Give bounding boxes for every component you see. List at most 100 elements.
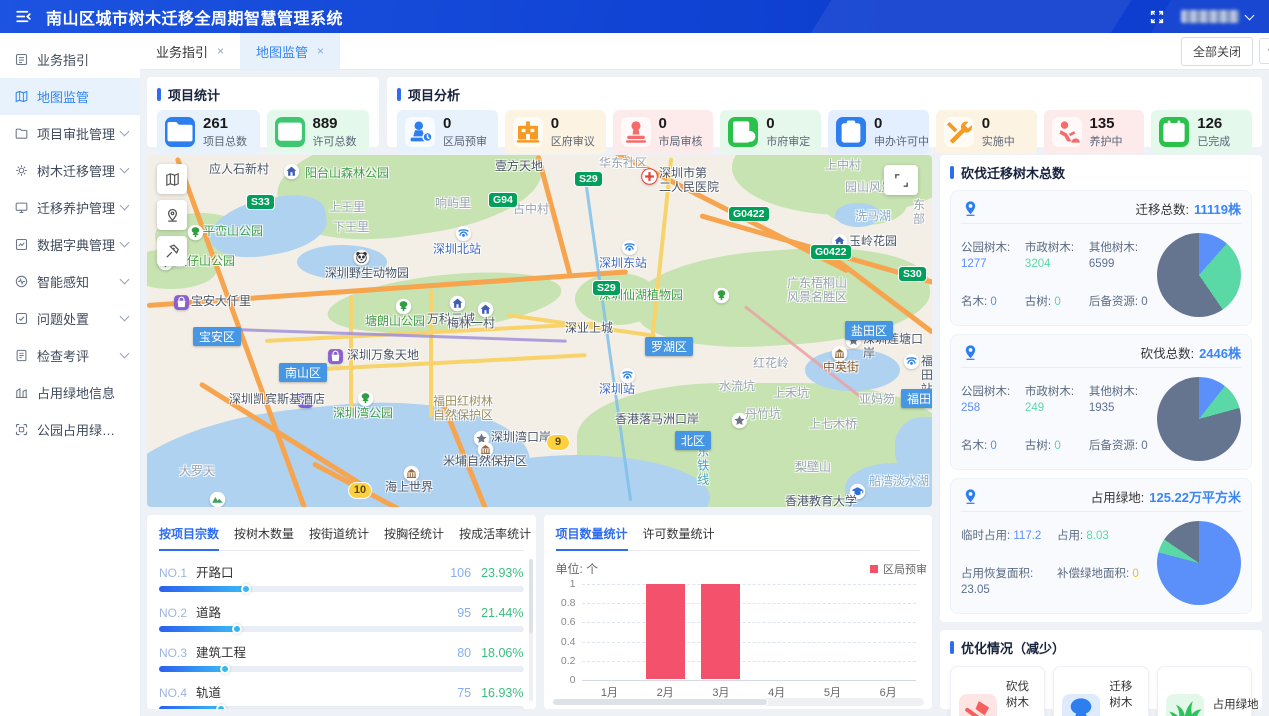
stat-text: 126已完成 [1197,115,1230,149]
optimization-panel: 优化情况（减少） 砍伐树木357株迁移树木734株占用绿地5603.9m² [940,630,1262,709]
map-label: 香港落马洲口岸 [615,413,699,427]
ranking-scrollbar[interactable] [529,559,533,701]
tab-1[interactable]: 业务指引 × [140,33,240,69]
map-fullscreen-button[interactable] [884,165,918,195]
stat-text: 0市府审定 [766,115,810,149]
map-label: 香港教育大学 [785,495,857,507]
map-label: 红花岭 [753,357,789,371]
close-tab-icon[interactable]: × [217,44,224,58]
chart-ytick: 0.2 [556,655,576,667]
m-metro-map-marker [621,239,638,256]
building-icon [513,117,543,147]
tree-card-header-label: 占用绿地: [1091,487,1144,506]
tree-stat: 古树: 0 [1025,438,1089,454]
ranking-tab-5[interactable]: 按成活率统计 [459,525,531,542]
sidebar-item-9[interactable]: 检查考评 [0,337,140,374]
road-badge: S33 [247,195,274,209]
m-metro-map-marker [455,225,472,242]
sidebar-item-label: 检查考评 [37,346,89,365]
rank-bar-fill [159,666,225,672]
map-label: 深业上城 [565,322,613,336]
sidebar-item-4[interactable]: 树木迁移管理 [0,152,140,189]
grass-icon [1166,694,1204,716]
road-badge: S29 [593,281,620,295]
project-stats-panel: 项目统计 261项目总数889许可总数 [147,77,379,147]
rank-count: 75 [457,686,471,700]
optimization-card-2: 迁移树木734株 [1053,666,1148,716]
stat-text: 0区府审议 [551,115,595,149]
stat-label: 申办许可中 [874,133,929,149]
tab-label: 业务指引 [156,42,208,61]
rank-item-1: NO.1开路口10623.93% [159,562,524,592]
tab-options-button[interactable] [1259,38,1269,64]
tree-stat: 临时占用: 117.2 [961,528,1057,544]
analysis-card-5: 0申办许可中 [828,110,929,154]
tree-card-stats: 公园树木: 1277市政树木: 3204其他树木: 6599名木: 0古树: 0… [961,240,1153,310]
close-all-tabs-button[interactable]: 全部关闭 [1181,37,1253,66]
clipboard-icon [836,117,866,147]
chart-gridline [582,661,917,662]
ranking-tab-4[interactable]: 按胸径统计 [384,525,444,542]
stat-label: 养护中 [1090,133,1123,149]
map-label: 深圳市第 二人民医院 [659,167,719,195]
app-title: 南山区城市树木迁移全周期智慧管理系统 [46,5,343,29]
project-stat-card-1: 261项目总数 [157,110,260,154]
ranking-tab-1[interactable]: 按项目宗数 [159,525,219,542]
ranking-tab-3[interactable]: 按街道统计 [309,525,369,542]
map-view[interactable]: 应人石新村阳台山森林公园壹方天地华东社区上中村深圳市第 二人民医院园山风景区东部… [147,155,932,507]
chart-legend: 区局预审 [870,561,927,577]
opt-text: 砍伐树木357株 [1006,678,1036,716]
chart-tab-1[interactable]: 项目数量统计 [556,525,628,542]
stat-label: 市局审核 [659,133,703,149]
tree-stat: 公园树木: 1277 [961,240,1025,272]
analysis-card-7: 135养护中 [1044,110,1145,154]
map-locate-button[interactable] [157,200,187,230]
close-tab-icon[interactable]: × [317,44,324,58]
sidebar-item-3[interactable]: 项目审批管理 [0,115,140,152]
sidebar-item-label: 业务指引 [37,50,89,69]
chart-tab-2[interactable]: 许可数量统计 [643,525,715,542]
map-label: 梅林一村 [447,317,495,331]
map-layers-button[interactable] [157,164,187,194]
tree-card-body: 临时占用: 117.2占用: 8.03占用恢复面积: 23.05补偿绿地面积: … [961,521,1241,605]
ranking-tab-2[interactable]: 按树木数量 [234,525,294,542]
sidebar-item-2[interactable]: 地图监管 [0,78,140,115]
tree-card-stats: 临时占用: 117.2占用: 8.03占用恢复面积: 23.05补偿绿地面积: … [961,528,1153,598]
rank-bar-knob [216,704,226,709]
worker-icon [1052,117,1082,147]
rank-item-line: NO.4轨道7516.93% [159,682,524,701]
tree-stat: 后备资源: 0 [1089,438,1153,454]
sidebar-item-7[interactable]: 智能感知 [0,263,140,300]
user-menu[interactable] [1181,10,1253,23]
cert-icon [275,117,305,147]
app-header: 南山区城市树木迁移全周期智慧管理系统 [0,0,1269,33]
tab-2[interactable]: 地图监管× [240,33,340,69]
sidebar-item-8[interactable]: 问题处置 [0,300,140,337]
map-measure-button[interactable] [157,236,187,266]
sidebar-item-10[interactable]: 占用绿地信息 [0,374,140,411]
stat-text: 0实施中 [982,115,1015,149]
map-label: 玉岭花园 [849,235,897,249]
sidebar-item-5[interactable]: 迁移养护管理 [0,189,140,226]
sidebar-item-6[interactable]: 数据字典管理 [0,226,140,263]
sidebar-item-label: 地图监管 [37,87,89,106]
chart-ytick: 0 [556,674,576,686]
project-analysis-title: 项目分析 [397,85,1252,104]
chart-scrollbar[interactable] [552,698,925,706]
sidebar-item-11[interactable]: 公园占用绿地信息 [0,411,140,448]
rank-bar-fill [159,586,246,592]
sidebar-item-1[interactable]: 业务指引 [0,41,140,78]
route-badge: 10 [349,483,371,498]
sidebar-item-label: 占用绿地信息 [37,383,115,402]
tree-card-header-value: 2446株 [1199,343,1241,362]
m-bag-map-marker [327,348,344,365]
map-label: 中英街 [823,361,859,375]
s-chart-icon [14,237,29,252]
s-check-icon [14,311,29,326]
fullscreen-icon[interactable] [1149,9,1165,25]
collapse-menu-icon[interactable] [14,7,33,26]
chevron-down-icon [120,275,130,285]
map-label: 下王里 [333,221,369,235]
map-label: 宝安大仟里 [191,295,251,309]
map-label: 响屿里 [435,197,471,211]
